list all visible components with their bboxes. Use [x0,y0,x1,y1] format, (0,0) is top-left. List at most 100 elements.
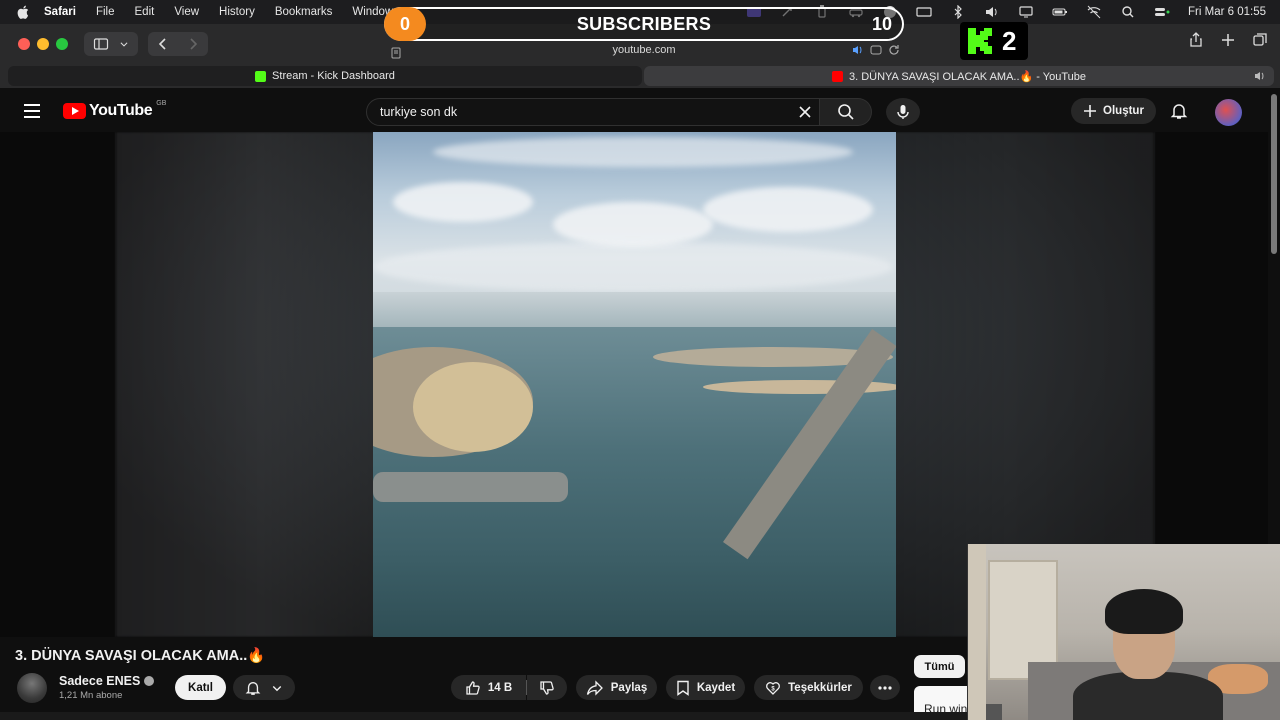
share-label: Paylaş [610,681,648,694]
scroll-thumb[interactable] [1271,94,1277,254]
close-window-button[interactable] [18,38,30,50]
subscriber-goal-overlay: 0 SUBSCRIBERS 10 [384,7,904,41]
tab-title: 3. DÜNYA SAVAŞI OLACAK AMA..🔥 - YouTube [848,70,1087,83]
share-arrow-icon [586,679,603,696]
webcam-object [986,704,1002,720]
filter-chip-all[interactable]: Tümü [914,655,965,678]
sidebar-toggle-button[interactable] [84,32,138,56]
url-text[interactable]: youtube.com [384,44,904,56]
menu-icon[interactable] [24,104,40,118]
audio-playing-icon[interactable] [852,44,864,56]
webcam-wall [968,544,986,720]
notifications-bell-icon[interactable] [1170,102,1188,120]
control-center-icon[interactable] [1154,5,1170,19]
channel-name-text[interactable]: Sadece ENES [59,674,140,688]
wifi-off-icon[interactable] [1086,5,1102,19]
chevron-down-icon [120,42,128,47]
like-button[interactable]: 14 B [451,675,526,700]
search-query[interactable]: turkiye son dk [380,105,457,119]
youtube-play-icon [63,103,86,119]
search-icon [837,104,854,120]
toolbar-right-actions [1188,32,1268,48]
plus-icon [1084,105,1097,117]
thanks-button[interactable]: $ Teşekkürler [754,675,863,700]
minimize-window-button[interactable] [37,38,49,50]
create-button[interactable]: Oluştur [1071,98,1156,124]
youtube-header: YouTube GB turkiye son dk Oluştur [0,88,1280,134]
bookmark-icon [677,680,689,696]
kick-logo-icon [968,28,992,54]
youtube-favicon [831,70,843,82]
video-horizon-haze [373,292,896,332]
channel-subscriber-count: 1,21 Mn abone [59,690,123,701]
new-tab-icon[interactable] [1220,32,1236,48]
streamer-webcam-overlay [967,544,1280,720]
tab-title: Stream - Kick Dashboard [272,70,395,82]
tab-youtube-video[interactable]: 3. DÜNYA SAVAŞI OLACAK AMA..🔥 - YouTube [644,66,1274,86]
save-button[interactable]: Kaydet [666,675,745,700]
channel-avatar[interactable] [17,673,47,703]
more-actions-button[interactable] [870,675,900,700]
youtube-wordmark: YouTube [89,102,153,119]
more-horizontal-icon [878,685,892,690]
keyboard-icon[interactable] [916,5,932,19]
tab-audio-icon[interactable] [1254,70,1266,85]
reload-icon[interactable] [888,44,900,56]
forward-icon[interactable] [185,36,201,52]
save-label: Kaydet [696,681,736,694]
create-label: Oluştur [1103,105,1144,117]
bell-icon [245,681,261,695]
beach [413,362,533,452]
clear-search-icon[interactable] [797,104,813,120]
webcam-person-body [1073,672,1223,720]
menubar-clock[interactable]: Fri Mar 6 01:55 [1188,6,1266,18]
voice-search-button[interactable] [886,98,920,126]
navigation-buttons [148,32,208,56]
dislike-button[interactable] [527,675,567,700]
thumbs-down-icon [540,680,554,695]
account-avatar[interactable] [1215,99,1242,126]
thumbs-up-icon [466,680,480,695]
zoom-window-button[interactable] [56,38,68,50]
breakwater [373,472,568,502]
back-icon[interactable] [155,36,171,52]
subscription-notifications-button[interactable] [233,675,295,700]
tab-overview-icon[interactable] [1252,32,1268,48]
webcam-person-hair [1105,589,1183,634]
menu-view[interactable]: View [174,6,199,18]
menu-edit[interactable]: Edit [135,6,155,18]
translate-icon[interactable] [870,44,882,56]
join-button[interactable]: Katıl [175,675,226,700]
kick-viewer-badge: 2 [960,22,1028,60]
menu-bookmarks[interactable]: Bookmarks [275,6,333,18]
menu-file[interactable]: File [96,6,115,18]
safari-tab-bar: Stream - Kick Dashboard 3. DÜNYA SAVAŞI … [0,64,1280,88]
search-button[interactable] [820,98,872,126]
apple-icon[interactable] [16,4,30,20]
microphone-icon [897,105,909,119]
channel-name[interactable]: Sadece ENES [59,674,155,688]
bluetooth-icon[interactable] [950,5,966,19]
cloud [703,187,873,232]
search-input[interactable]: turkiye son dk [366,98,820,126]
video-title: 3. DÜNYA SAVAŞI OLACAK AMA..🔥 [15,648,266,664]
cloud [393,182,533,222]
share-button[interactable]: Paylaş [576,675,657,700]
youtube-logo[interactable]: YouTube GB [63,99,167,120]
share-icon[interactable] [1188,32,1204,48]
display-icon[interactable] [1018,5,1034,19]
spotlight-search-icon[interactable] [1120,5,1136,19]
subscriber-goal-label: SUBSCRIBERS [576,14,712,34]
thanks-label: Teşekkürler [788,681,852,694]
tab-kick-dashboard[interactable]: Stream - Kick Dashboard [8,66,642,86]
cloud [433,137,853,167]
volume-icon[interactable] [984,5,1000,19]
cloud [553,202,713,247]
menu-history[interactable]: History [219,6,255,18]
menu-safari[interactable]: Safari [44,6,76,18]
super-thanks-icon: $ [766,681,781,695]
video-frame[interactable] [373,132,896,637]
cloud [373,242,893,292]
country-code: GB [156,99,167,107]
battery-icon[interactable] [1052,5,1068,19]
